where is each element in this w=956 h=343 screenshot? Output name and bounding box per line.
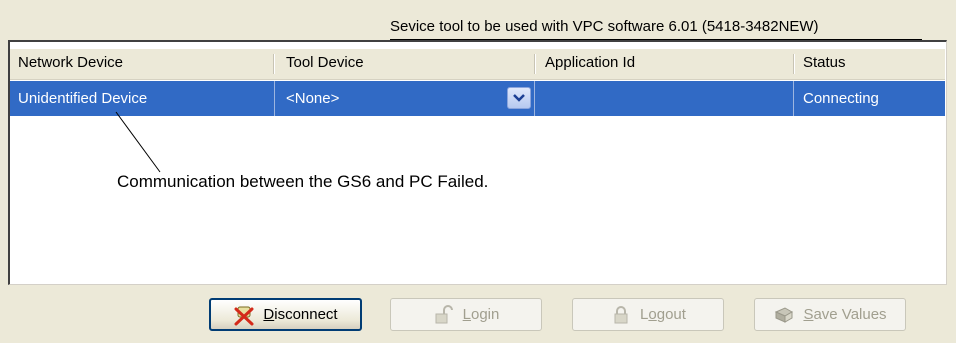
save-values-label: Save Values [803,306,887,323]
logout-label: Logout [640,306,686,323]
save-values-icon [775,306,794,323]
save-values-button[interactable]: Save Values [754,298,906,331]
disconnect-label: Disconnect [263,306,338,323]
lock-icon [614,305,628,323]
unlock-icon [435,304,453,323]
logout-button[interactable]: Logout [572,298,724,331]
login-button[interactable]: Login [390,298,542,331]
disconnect-button[interactable]: Disconnect [209,298,362,331]
annotation-text: Communication between the GS6 and PC Fai… [117,172,489,191]
login-label: Login [462,306,500,323]
disconnect-icon [234,306,254,325]
